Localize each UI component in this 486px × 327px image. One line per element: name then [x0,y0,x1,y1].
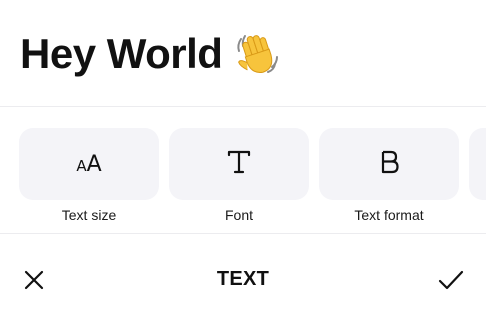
text-size-icon: AA [76,151,102,177]
option-label: Text format [354,207,424,223]
bottom-toolbar: TEXT [0,254,486,306]
preview-text: Hey World [20,30,223,77]
bold-icon [374,147,404,182]
option-tile[interactable] [469,128,486,200]
confirm-button[interactable] [436,266,466,294]
top-divider [0,106,486,107]
option-text-format[interactable]: Text format [319,128,459,224]
text-editor-screen: Hey World A A Text size Font Text format… [0,0,486,327]
option-next-partial[interactable] [469,128,486,200]
text-options-carousel[interactable]: AA Text size Font Text format [0,128,486,228]
option-tile[interactable] [169,128,309,200]
option-tile[interactable] [319,128,459,200]
option-text-size[interactable]: AA Text size [19,128,159,224]
bottom-divider [0,233,486,234]
waving-hand-icon [232,29,282,79]
toolbar-title: TEXT [216,268,270,290]
checkmark-icon [438,270,464,290]
option-label: Font [224,207,253,223]
option-label: Text size [61,207,117,223]
font-icon [224,147,254,182]
text-preview: Hey World [20,26,282,82]
option-tile[interactable]: AA [19,128,159,200]
option-font[interactable]: Font [169,128,309,224]
